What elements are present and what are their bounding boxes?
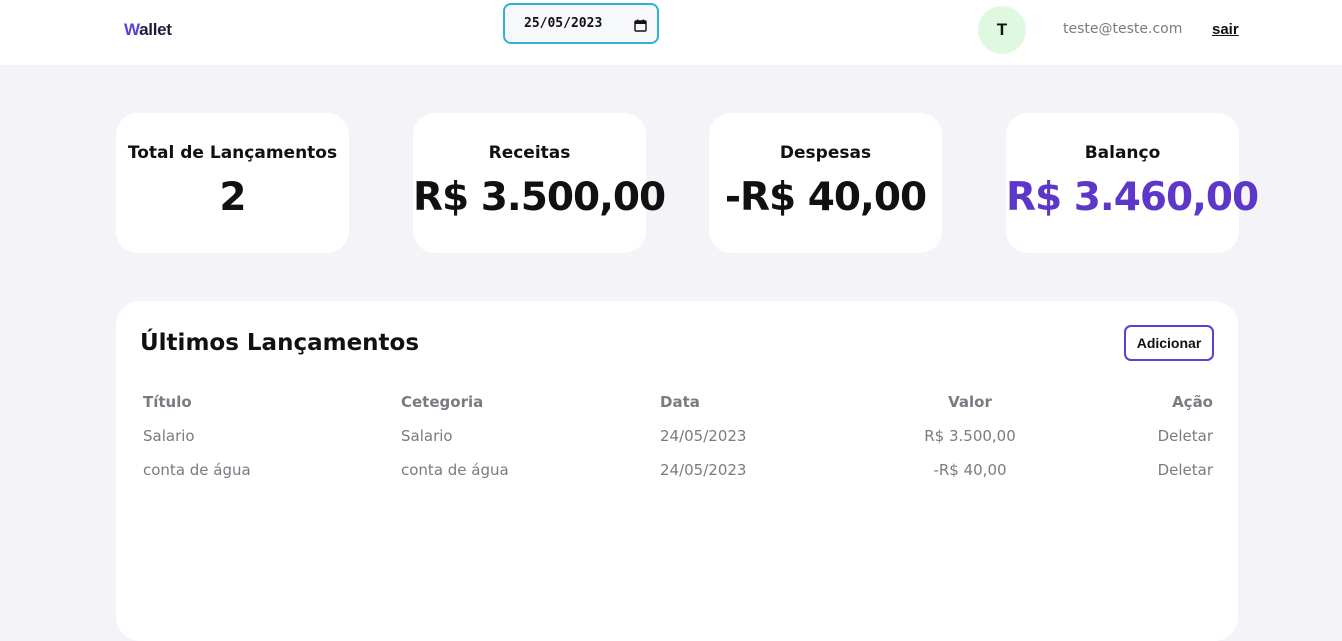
column-header-date: Data bbox=[660, 393, 700, 411]
logo-initial: W bbox=[124, 20, 140, 39]
total-entries-card: Total de Lançamentos 2 bbox=[116, 113, 349, 253]
date-filter-input[interactable]: 25/05/2023 bbox=[503, 3, 659, 44]
recent-transactions-panel: Últimos Lançamentos Adicionar Título Cet… bbox=[116, 301, 1238, 641]
date-filter-value: 25/05/2023 bbox=[524, 16, 603, 31]
table-row: Salario Salario 24/05/2023 R$ 3.500,00 D… bbox=[143, 425, 1213, 459]
balance-label: Balanço bbox=[1084, 143, 1161, 163]
delete-button[interactable]: Deletar bbox=[1158, 461, 1213, 479]
row-date: 24/05/2023 bbox=[660, 461, 747, 479]
income-card: Receitas R$ 3.500,00 bbox=[413, 113, 666, 253]
table-row: conta de água conta de água 24/05/2023 -… bbox=[143, 459, 1213, 493]
row-category: conta de água bbox=[401, 461, 509, 479]
column-header-value: Valor bbox=[948, 393, 992, 411]
income-value: R$ 3.500,00 bbox=[413, 175, 666, 220]
top-header: Wallet 25/05/2023 T teste@teste.com sair bbox=[0, 0, 1342, 65]
balance-value: R$ 3.460,00 bbox=[1006, 175, 1259, 220]
table-header-row: Título Cetegoria Data Valor Ação bbox=[143, 391, 1213, 425]
column-header-action: Ação bbox=[1172, 393, 1213, 411]
expenses-value: -R$ 40,00 bbox=[724, 175, 927, 220]
panel-title: Últimos Lançamentos bbox=[140, 330, 420, 356]
logout-link[interactable]: sair bbox=[1212, 21, 1239, 38]
logo-text: allet bbox=[139, 20, 172, 39]
column-header-title: Título bbox=[143, 393, 192, 411]
wallet-logo[interactable]: Wallet bbox=[124, 20, 172, 40]
total-entries-label: Total de Lançamentos bbox=[127, 143, 338, 163]
row-category: Salario bbox=[401, 427, 453, 445]
row-title: Salario bbox=[143, 427, 195, 445]
expenses-label: Despesas bbox=[779, 143, 872, 163]
calendar-icon[interactable] bbox=[634, 17, 647, 32]
balance-card: Balanço R$ 3.460,00 bbox=[1006, 113, 1259, 253]
user-email: teste@teste.com bbox=[1063, 21, 1183, 37]
income-label: Receitas bbox=[488, 143, 571, 163]
add-transaction-button[interactable]: Adicionar bbox=[1124, 325, 1214, 361]
total-entries-value: 2 bbox=[219, 175, 246, 220]
row-value: R$ 3.500,00 bbox=[924, 427, 1016, 445]
expenses-card: Despesas -R$ 40,00 bbox=[709, 113, 942, 253]
row-date: 24/05/2023 bbox=[660, 427, 747, 445]
row-title: conta de água bbox=[143, 461, 251, 479]
transactions-table: Título Cetegoria Data Valor Ação Salario… bbox=[143, 391, 1213, 493]
delete-button[interactable]: Deletar bbox=[1158, 427, 1213, 445]
row-value: -R$ 40,00 bbox=[933, 461, 1007, 479]
user-avatar[interactable]: T bbox=[978, 6, 1026, 54]
avatar-initial: T bbox=[996, 20, 1008, 39]
column-header-category: Cetegoria bbox=[401, 393, 484, 411]
